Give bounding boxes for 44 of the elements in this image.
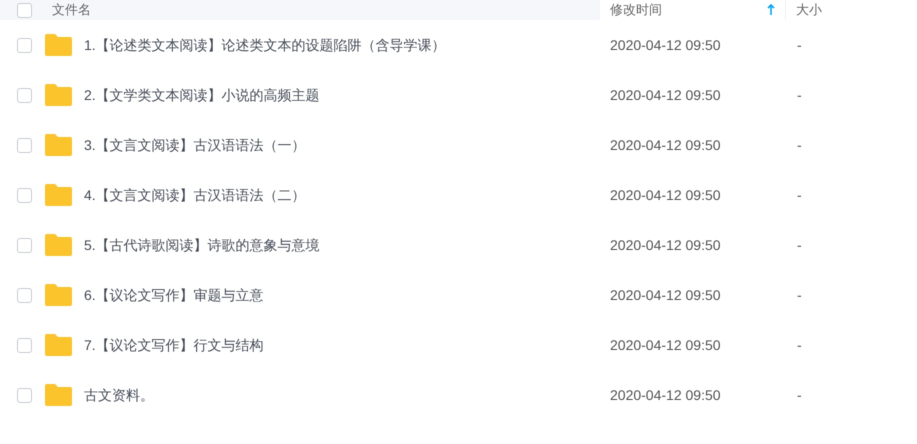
folder-icon xyxy=(45,84,72,106)
file-name[interactable]: 2.【文学类文本阅读】小说的高频主题 xyxy=(84,84,320,106)
file-name[interactable]: 6.【议论文写作】审题与立意 xyxy=(84,284,264,306)
file-size: - xyxy=(796,86,802,104)
folder-icon xyxy=(45,34,72,56)
file-size: - xyxy=(796,386,802,404)
folder-icon xyxy=(45,184,72,206)
modified-date: 2020-04-12 09:50 xyxy=(609,336,722,354)
folder-icon xyxy=(45,134,72,156)
checkbox[interactable] xyxy=(17,38,32,52)
file-size: - xyxy=(796,286,802,304)
file-size: - xyxy=(796,236,802,254)
file-size: - xyxy=(796,186,802,204)
checkbox[interactable] xyxy=(17,288,32,302)
file-name[interactable]: 4.【文言文阅读】古汉语语法（二） xyxy=(84,184,306,206)
file-name[interactable]: 3.【文言文阅读】古汉语语法（一） xyxy=(84,134,306,156)
checkbox[interactable] xyxy=(17,88,32,102)
modified-date: 2020-04-12 09:50 xyxy=(609,386,722,404)
file-name[interactable]: 古文资料。 xyxy=(84,384,154,406)
file-size: - xyxy=(796,136,802,154)
checkbox[interactable] xyxy=(17,388,32,402)
folder-icon xyxy=(45,384,72,406)
folder-icon xyxy=(45,284,72,306)
modified-date: 2020-04-12 09:50 xyxy=(609,286,722,304)
checkbox[interactable] xyxy=(17,2,32,18)
file-size: - xyxy=(796,336,802,354)
column-header[interactable]: 大小 xyxy=(796,0,822,20)
sort-arrow-icon[interactable] xyxy=(767,4,775,16)
modified-date: 2020-04-12 09:50 xyxy=(609,86,722,104)
modified-date: 2020-04-12 09:50 xyxy=(609,136,722,154)
checkbox[interactable] xyxy=(17,238,32,252)
file-name[interactable]: 7.【议论文写作】行文与结构 xyxy=(84,334,264,356)
modified-date: 2020-04-12 09:50 xyxy=(609,236,722,254)
folder-icon xyxy=(45,334,72,356)
modified-date: 2020-04-12 09:50 xyxy=(609,36,722,54)
column-header[interactable]: 文件名 xyxy=(52,0,91,20)
file-name[interactable]: 1.【论述类文本阅读】论述类文本的设题陷阱（含导学课） xyxy=(84,34,446,56)
file-size: - xyxy=(796,36,802,54)
folder-icon xyxy=(45,234,72,256)
file-name[interactable]: 5.【古代诗歌阅读】诗歌的意象与意境 xyxy=(84,234,320,256)
checkbox[interactable] xyxy=(17,188,32,202)
checkbox[interactable] xyxy=(17,138,32,152)
checkbox[interactable] xyxy=(17,338,32,352)
modified-date: 2020-04-12 09:50 xyxy=(609,186,722,204)
